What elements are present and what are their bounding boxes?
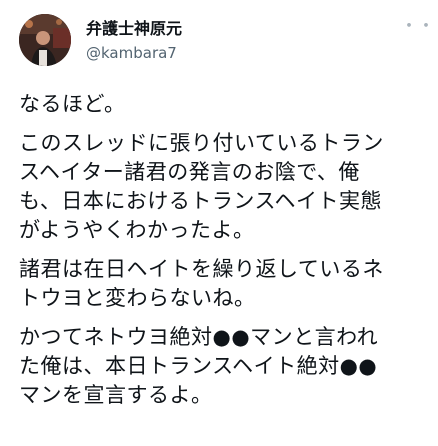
tweet-paragraph: かつてネトウヨ絶対●●マンと言われ た俺は、本日トランスヘイト絶対●● マンを宣…	[19, 325, 379, 407]
avatar[interactable]	[19, 14, 71, 66]
more-options-icon[interactable]: ・・・	[400, 18, 438, 36]
tweet-text: なるほど。 このスレッドに張り付いているトラン スヘイター諸君の発言のお陰で、俺…	[19, 90, 429, 420]
tweet-paragraph: 諸君は在日ヘイトを繰り返しているネ トウヨと変わらないね。	[19, 257, 384, 310]
user-handle[interactable]: @kambara7	[86, 43, 177, 63]
display-name[interactable]: 弁護士神原元	[86, 19, 182, 39]
avatar-photo	[19, 14, 71, 66]
tweet-paragraph: なるほど。	[19, 92, 126, 116]
tweet-paragraph: このスレッドに張り付いているトラン スヘイター諸君の発言のお陰で、俺 も、日本に…	[19, 131, 384, 242]
